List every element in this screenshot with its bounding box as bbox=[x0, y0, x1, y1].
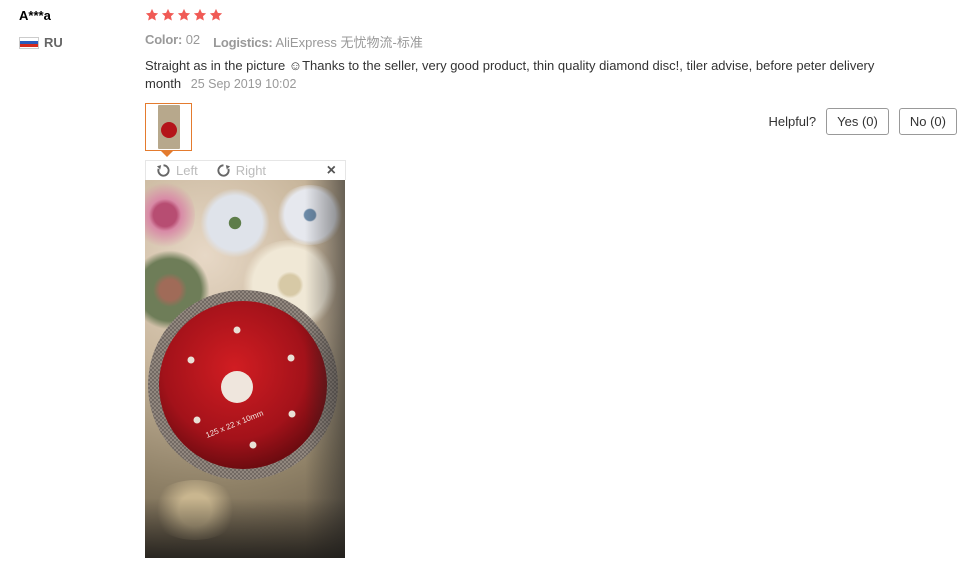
helpful-no-button[interactable]: No (0) bbox=[898, 108, 957, 135]
color-value: 02 bbox=[185, 32, 201, 47]
star-icon bbox=[209, 8, 223, 21]
star-icon bbox=[161, 8, 175, 21]
country-code: RU bbox=[44, 35, 63, 50]
rotate-right-label: Right bbox=[235, 163, 267, 178]
review-meta: Color: 02 Logistics: AliExpress 无忧物流-标准 bbox=[145, 32, 965, 51]
disc-hole bbox=[288, 410, 296, 418]
review-body: Color: 02 Logistics: AliExpress 无忧物流-标准 … bbox=[145, 8, 965, 93]
helpful-label: Helpful? bbox=[768, 114, 817, 129]
star-rating bbox=[145, 8, 965, 26]
viewer-toolbar: Left Right × bbox=[145, 160, 346, 180]
reviewer-country: RU bbox=[19, 35, 63, 50]
rotate-left-button[interactable]: Left bbox=[156, 163, 198, 178]
review-date: 25 Sep 2019 10:02 bbox=[190, 77, 297, 91]
rotate-right-icon bbox=[217, 164, 230, 177]
disc-hole bbox=[187, 356, 195, 364]
thumbnail-disc bbox=[160, 122, 177, 138]
color-attribute: Color: 02 bbox=[145, 32, 200, 51]
thumbnail-pointer bbox=[161, 151, 173, 157]
logistics-label: Logistics: bbox=[213, 35, 273, 50]
helpful-yes-button[interactable]: Yes (0) bbox=[826, 108, 889, 135]
russia-flag-icon bbox=[19, 36, 39, 49]
thumbnail-frame[interactable] bbox=[145, 103, 192, 157]
review-photo-thumbnail[interactable] bbox=[145, 103, 192, 157]
thumbnail-image[interactable] bbox=[157, 105, 180, 149]
disc-arbor bbox=[221, 371, 253, 403]
reviewer-info: A***a RU bbox=[19, 8, 63, 50]
rotate-left-icon bbox=[156, 164, 170, 177]
close-viewer-button[interactable]: × bbox=[327, 162, 336, 180]
color-label: Color: bbox=[145, 32, 183, 47]
rotate-left-label: Left bbox=[176, 163, 198, 178]
star-icon bbox=[145, 8, 159, 21]
review-text: Straight as in the picture ☺Thanks to th… bbox=[145, 57, 875, 93]
rotate-right-button[interactable]: Right bbox=[216, 163, 266, 178]
review-photo: 125 x 22 x 10mm bbox=[145, 180, 345, 558]
helpful-vote: Helpful? Yes (0) No (0) bbox=[768, 108, 957, 135]
star-icon bbox=[193, 8, 207, 21]
disc-hole bbox=[249, 441, 257, 449]
disc-hole bbox=[233, 326, 241, 334]
disc-hole bbox=[287, 354, 295, 362]
logistics-value: AliExpress 无忧物流-标准 bbox=[275, 35, 423, 50]
star-icon bbox=[177, 8, 191, 21]
photo-viewer: Left Right × 125 x 22 x 10mm bbox=[145, 160, 346, 558]
logistics-attribute: Logistics: AliExpress 无忧物流-标准 bbox=[213, 32, 423, 51]
reviewer-name: A***a bbox=[19, 8, 51, 23]
disc-hole bbox=[193, 416, 201, 424]
photo-shadow bbox=[145, 498, 345, 558]
